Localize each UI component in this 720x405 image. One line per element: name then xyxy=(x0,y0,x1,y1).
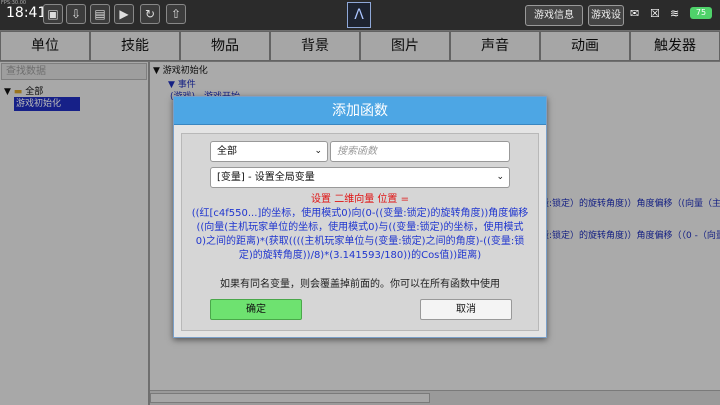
formula-line-4: 定)的旋转角度))/8)*(3.141593/180))的Cos值))距离) xyxy=(238,250,482,261)
save-icon[interactable]: ▤ xyxy=(90,4,110,24)
app-logo-icon[interactable]: Λ xyxy=(347,2,371,28)
dialog-note: 如果有同名变量，则会覆盖掉前面的。你可以在所有函数中使用 xyxy=(220,279,500,290)
import-icon[interactable]: ⇩ xyxy=(66,4,86,24)
export-icon[interactable]: ⇧ xyxy=(166,4,186,24)
function-select[interactable]: [变量] - 设置全局变量 ⌄ xyxy=(210,167,510,188)
battery-icon: 75 xyxy=(690,7,712,19)
play-icon[interactable]: ▶ xyxy=(114,4,134,24)
formula-line-3: 0)之间的距离)*(获取((((主机玩家单位与(变量:锁定)之间的角度)-((变… xyxy=(195,236,525,247)
confirm-button[interactable]: 确定 xyxy=(210,299,302,320)
clock: 18:41 xyxy=(6,5,47,21)
open-icon[interactable]: ▣ xyxy=(43,4,63,24)
category-select[interactable]: 全部 ⌄ xyxy=(210,141,328,162)
chevron-down-icon: ⌄ xyxy=(496,172,504,182)
formula-line-1: ((红[c4f550...]的坐标，使用模式0)向(0-((变量:锁定)的旋转角… xyxy=(191,208,529,219)
notification-icon: ✉ xyxy=(630,7,640,20)
close-box-icon: ☒ xyxy=(650,7,660,20)
cancel-button[interactable]: 取消 xyxy=(420,299,512,320)
formula-text[interactable]: 设置 二维向量 位置 = ((红[c4f550...]的坐标，使用模式0)向(0… xyxy=(190,193,530,263)
chevron-down-icon: ⌄ xyxy=(314,146,322,156)
wifi-icon: ≋ xyxy=(670,7,680,20)
game-info-button[interactable]: 游戏信息 xyxy=(525,5,583,26)
formula-line-2: ((向量(主机玩家单位的坐标，使用模式0)与((变量:锁定)的坐标，使用模式 xyxy=(196,222,524,233)
function-value: [变量] - 设置全局变量 xyxy=(217,172,315,183)
function-search-input[interactable]: 搜索函数 xyxy=(330,141,510,162)
top-bar: FPS:30.00 18:41 ▣ ⇩ ▤ ▶ ↻ ⇧ Λ 游戏信息 游戏设 ✉… xyxy=(0,0,720,30)
refresh-icon[interactable]: ↻ xyxy=(140,4,160,24)
formula-head: 设置 二维向量 位置 = xyxy=(311,194,409,205)
dialog-title: 添加函数 xyxy=(174,97,546,125)
category-value: 全部 xyxy=(217,146,237,157)
game-settings-button[interactable]: 游戏设 xyxy=(588,5,624,26)
